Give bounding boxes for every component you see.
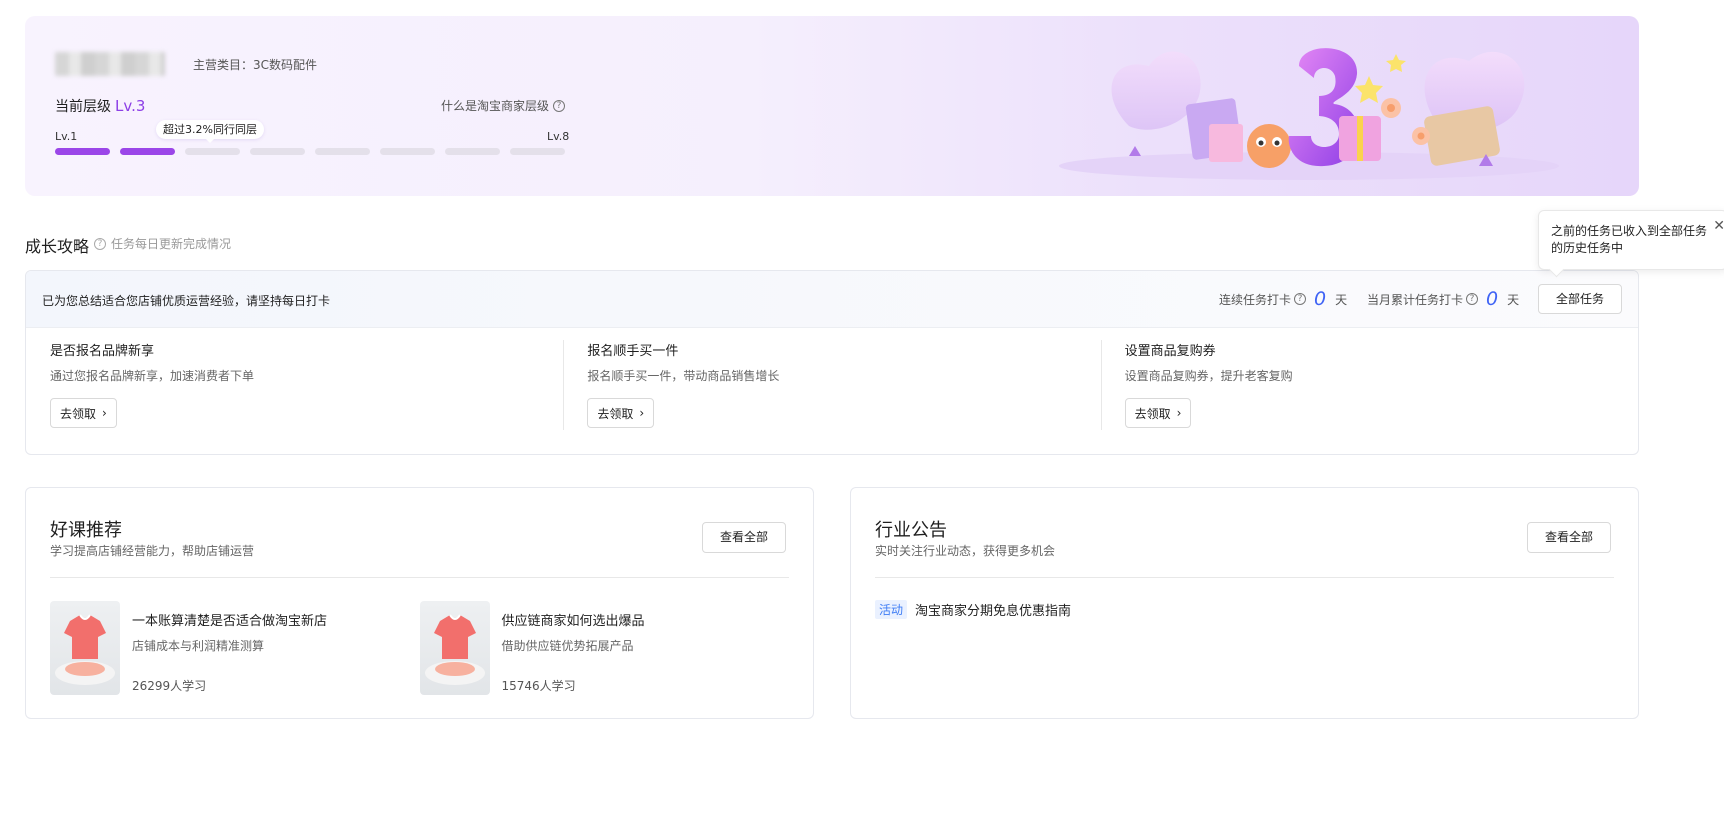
streak-counter: 连续任务打卡 ? 0 天	[1219, 288, 1347, 310]
notice-panel: 行业公告 实时关注行业动态，获得更多机会 查看全部 活动 淘宝商家分期免息优惠指…	[850, 487, 1639, 719]
streak-unit: 天	[1335, 292, 1348, 307]
month-value: 0	[1486, 288, 1499, 310]
task-item: 设置商品复购券 设置商品复购券，提升老客复购 去领取 ›	[1100, 340, 1638, 432]
task-desc: 通过您报名品牌新享，加速消费者下单	[50, 369, 255, 383]
level-help-label: 什么是淘宝商家层级	[441, 99, 550, 113]
tooltip-text: 之前的任务已收入到全部任务的历史任务中	[1551, 224, 1708, 255]
course-title: 一本账算清楚是否适合做淘宝新店	[132, 614, 328, 629]
task-title: 设置商品复购券	[1124, 344, 1216, 359]
claim-button-label: 去领取	[597, 406, 634, 421]
notice-tag: 活动	[875, 600, 908, 619]
course-list: 一本账算清楚是否适合做淘宝新店 店铺成本与利润精准测算 26299人学习 供应链…	[50, 578, 789, 695]
level-segment	[185, 148, 240, 155]
current-level-label: 当前层级	[55, 99, 111, 115]
task-card: 已为您总结适合您店铺优质运营经验，请坚持每日打卡 连续任务打卡 ? 0 天 当月…	[25, 270, 1639, 455]
course-title: 供应链商家如何选出爆品	[501, 614, 645, 629]
level-segment	[120, 148, 175, 155]
claim-button-label: 去领取	[60, 406, 97, 421]
question-icon[interactable]: ?	[1466, 293, 1479, 305]
task-list: 是否报名品牌新享 通过您报名品牌新享，加速消费者下单 去领取 › 报名顺手买一件…	[26, 328, 1638, 432]
notice-item[interactable]: 活动 淘宝商家分期免息优惠指南	[875, 600, 1614, 619]
growth-subtitle-text: 任务每日更新完成情况	[111, 237, 232, 251]
main-category: 主营类目：3C数码配件	[193, 58, 318, 72]
current-level-value: Lv.3	[115, 97, 146, 115]
question-icon[interactable]: ?	[1294, 293, 1307, 305]
level-help-link[interactable]: 什么是淘宝商家层级 ?	[441, 97, 566, 114]
course-panel-title: 好课推荐	[50, 520, 122, 541]
claim-button[interactable]: 去领取 ›	[587, 398, 655, 428]
current-level: 当前层级 Lv.3	[55, 96, 145, 116]
notice-text: 淘宝商家分期免息优惠指南	[915, 604, 1072, 619]
tshirt-icon	[55, 614, 115, 685]
level-start-label: Lv.1	[55, 130, 78, 143]
month-counter: 当月累计任务打卡 ? 0 天	[1367, 288, 1519, 310]
level-end-label: Lv.8	[547, 130, 570, 143]
question-icon[interactable]: ?	[94, 237, 106, 250]
course-panel-header: 好课推荐 学习提高店铺经营能力，帮助店铺运营 查看全部	[50, 488, 789, 578]
notices-view-all-button[interactable]: 查看全部	[1527, 522, 1611, 553]
course-item[interactable]: 供应链商家如何选出爆品 借助供应链优势拓展产品 15746人学习	[419, 601, 790, 695]
level-segment	[445, 148, 500, 155]
level-segment	[380, 148, 435, 155]
notice-panel-subtitle: 实时关注行业动态，获得更多机会	[875, 544, 1056, 558]
level-progress-bar	[55, 148, 565, 155]
course-panel-subtitle: 学习提高店铺经营能力，帮助店铺运营	[50, 544, 255, 558]
progress-tip: 超过3.2%同行同层	[156, 120, 264, 143]
level-segment	[250, 148, 305, 155]
task-title: 是否报名品牌新享	[50, 344, 155, 359]
level-segment	[315, 148, 370, 155]
claim-button[interactable]: 去领取 ›	[50, 398, 117, 428]
level-card: 主营类目：3C数码配件 当前层级 Lv.3 什么是淘宝商家层级 ? Lv.1 Lv…	[25, 16, 1639, 196]
claim-button[interactable]: 去领取 ›	[1124, 398, 1192, 428]
streak-value: 0	[1314, 288, 1327, 310]
claim-button-label: 去领取	[1134, 406, 1171, 421]
history-tasks-tooltip: 之前的任务已收入到全部任务的历史任务中 ✕	[1538, 210, 1724, 270]
task-item: 是否报名品牌新享 通过您报名品牌新享，加速消费者下单 去领取 ›	[26, 340, 563, 432]
month-unit: 天	[1507, 292, 1520, 307]
course-learner-count: 15746人学习	[501, 679, 576, 693]
growth-subtitle: ? 任务每日更新完成情况	[94, 235, 231, 252]
month-label: 当月累计任务打卡	[1367, 292, 1464, 307]
task-desc: 设置商品复购券，提升老客复购	[1124, 369, 1293, 383]
tshirt-icon	[424, 614, 485, 685]
level-segment	[510, 148, 565, 155]
task-header: 已为您总结适合您店铺优质运营经验，请坚持每日打卡 连续任务打卡 ? 0 天 当月…	[26, 271, 1638, 328]
task-item: 报名顺手买一件 报名顺手买一件，带动商品销售增长 去领取 ›	[563, 340, 1100, 432]
level-3-illustration	[1059, 48, 1559, 180]
course-learner-count: 26299人学习	[132, 679, 207, 693]
course-thumbnail	[419, 601, 490, 695]
task-title: 报名顺手买一件	[587, 344, 679, 359]
chevron-right-icon: ›	[639, 406, 645, 420]
course-item[interactable]: 一本账算清楚是否适合做淘宝新店 店铺成本与利润精准测算 26299人学习	[50, 601, 420, 695]
streak-label: 连续任务打卡	[1219, 292, 1292, 307]
shop-name-blurred	[55, 52, 165, 76]
notice-panel-header: 行业公告 实时关注行业动态，获得更多机会 查看全部	[875, 488, 1614, 578]
chevron-right-icon: ›	[1176, 406, 1182, 420]
close-icon[interactable]: ✕	[1713, 219, 1724, 233]
level-segment	[55, 148, 110, 155]
notice-panel-title: 行业公告	[875, 520, 947, 541]
course-panel: 好课推荐 学习提高店铺经营能力，帮助店铺运营 查看全部 一本账算清楚是否适合做淘…	[25, 487, 814, 719]
task-desc: 报名顺手买一件，带动商品销售增长	[587, 369, 780, 383]
courses-view-all-button[interactable]: 查看全部	[702, 522, 786, 553]
all-tasks-button[interactable]: 全部任务	[1538, 284, 1622, 314]
task-header-message: 已为您总结适合您店铺优质运营经验，请坚持每日打卡	[42, 294, 331, 308]
course-thumbnail	[50, 601, 120, 695]
course-desc: 店铺成本与利润精准测算	[132, 639, 265, 653]
course-desc: 借助供应链优势拓展产品	[501, 639, 634, 653]
question-icon: ?	[553, 99, 566, 112]
growth-title: 成长攻略	[25, 237, 90, 256]
chevron-right-icon: ›	[102, 406, 107, 420]
